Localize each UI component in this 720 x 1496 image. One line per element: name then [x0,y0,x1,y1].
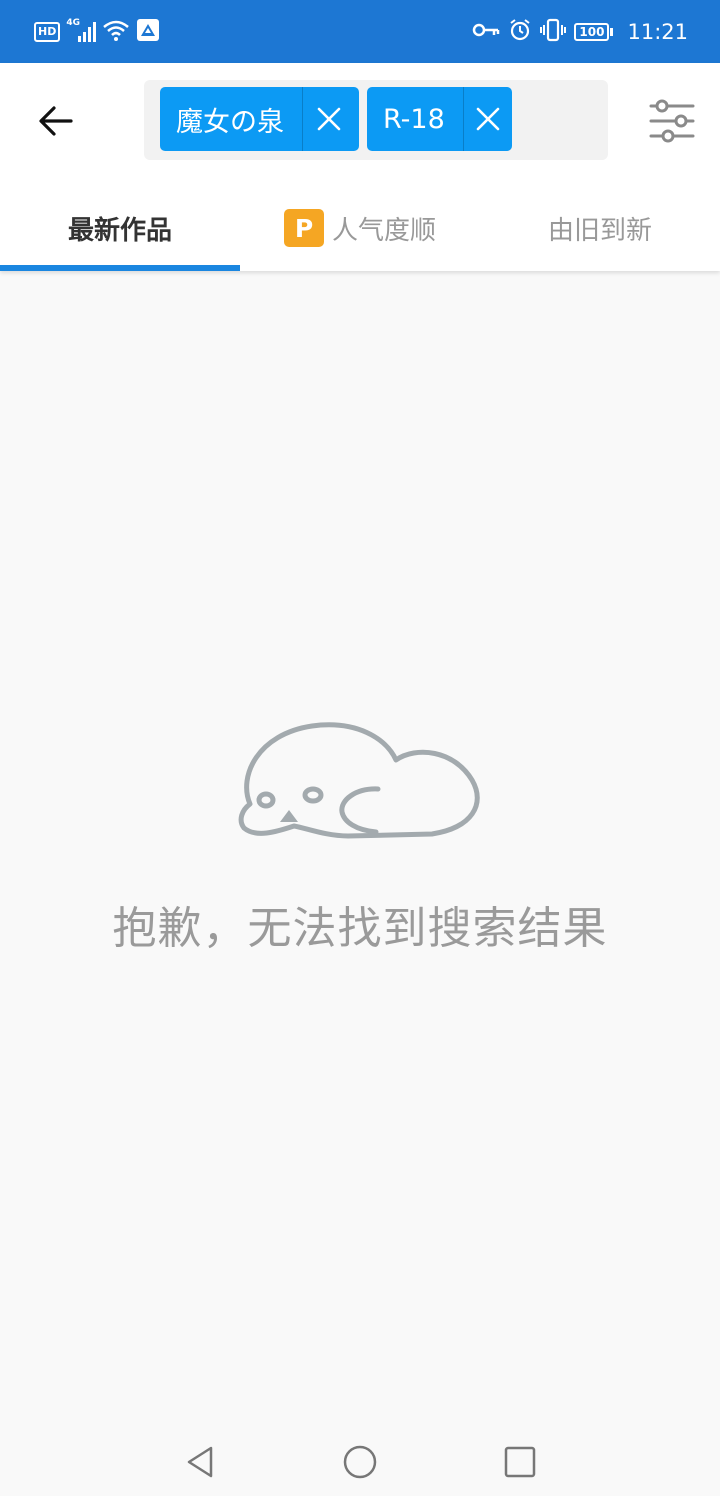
alarm-icon [508,18,532,46]
back-button[interactable] [28,93,84,149]
premium-badge-icon: P [283,209,324,247]
tab-label: 人气度顺 [331,215,436,246]
nav-recents-button[interactable] [500,1442,540,1482]
app-notification-icon [136,18,160,46]
recents-square-icon [504,1446,536,1478]
close-icon [317,107,341,131]
nav-home-button[interactable] [340,1442,380,1482]
search-tag-chip: 魔女の泉 [160,87,359,151]
sleeping-seal-icon [236,716,484,846]
hd-icon: HD [34,22,61,42]
back-triangle-icon [187,1446,213,1478]
battery-level: 100 [574,23,610,41]
arrow-left-icon [39,106,73,136]
tab-label: 由旧到新 [547,215,652,246]
sort-tabs: 最新作品 P 人气度顺 由旧到新 [0,185,720,271]
empty-result-message: 抱歉，无法找到搜索结果 [112,903,608,954]
nav-back-button[interactable] [180,1442,220,1482]
tag-label: 魔女の泉 [176,106,284,138]
battery-tip [610,28,614,36]
search-tag-chip: R-18 [367,87,512,151]
sliders-icon [649,99,695,143]
status-bar: HD 4G 100 11:21 [0,0,720,63]
filter-button[interactable] [642,91,702,151]
status-right-icons: 100 11:21 [472,18,688,46]
close-icon [476,107,500,131]
tag-label: R-18 [383,103,445,135]
battery-icon: 100 [574,23,614,41]
tab-latest[interactable]: 最新作品 [0,185,240,271]
tab-oldest[interactable]: 由旧到新 [480,185,720,271]
home-circle-icon [343,1445,377,1479]
status-left-icons: HD 4G [34,18,160,46]
search-tags-field[interactable]: 魔女の泉 R-18 [144,80,608,160]
app-bar: 魔女の泉 R-18 最新作品 P 人气度顺 由旧到新 [0,63,720,271]
tab-indicator [0,265,240,271]
tab-label: 最新作品 [67,215,172,246]
wifi-icon [102,18,130,46]
vibrate-icon [540,18,567,46]
status-time: 11:21 [627,20,688,44]
system-navigation-bar [0,1426,720,1496]
network-type-label: 4G [66,18,80,28]
remove-tag-button[interactable] [464,87,512,151]
tab-popularity[interactable]: P 人气度顺 [240,185,480,271]
signal-4g-icon: 4G [66,18,97,44]
vpn-key-icon [472,20,500,44]
remove-tag-button[interactable] [303,87,355,151]
